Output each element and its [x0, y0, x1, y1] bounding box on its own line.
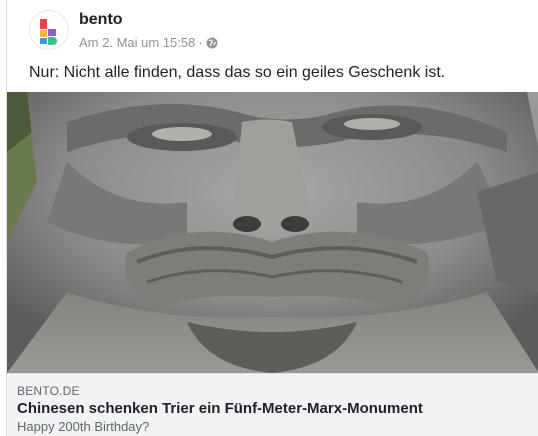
post-card: bento Am 2. Mai um 15:58 · Nur: Nicht all… [6, 0, 538, 436]
link-image[interactable] [7, 92, 538, 373]
bento-logo [40, 19, 57, 45]
globe-icon[interactable] [206, 37, 218, 52]
post-timestamp[interactable]: Am 2. Mai um 15:58 [79, 35, 195, 50]
page-avatar[interactable] [29, 10, 69, 50]
link-preview[interactable]: BENTO.DE Chinesen schenken Trier ein Fün… [7, 373, 538, 436]
page-name[interactable]: bento [79, 11, 123, 29]
post-text: Nur: Nicht alle finden, dass das so ein … [29, 64, 446, 81]
link-title[interactable]: Chinesen schenken Trier ein Fünf-Meter-M… [17, 400, 423, 417]
link-domain: BENTO.DE [17, 384, 80, 398]
meta-separator: · [198, 35, 203, 50]
monument-photo [7, 92, 538, 373]
link-description: Happy 200th Birthday? [17, 419, 150, 434]
post-meta: Am 2. Mai um 15:58 · [79, 35, 218, 52]
